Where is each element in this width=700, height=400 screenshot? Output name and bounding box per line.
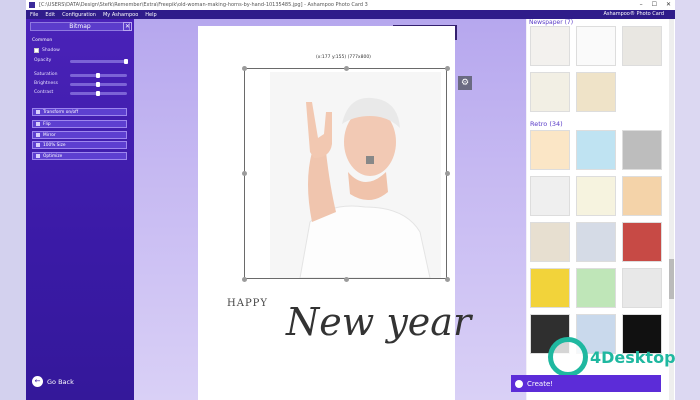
template-thumbnail[interactable] [576,26,616,66]
template-thumbnail[interactable] [576,72,616,112]
panel-title: Bitmap [30,22,130,31]
title-bar: [C:\USERS\DATA\Design\Stefk\Remember\Ext… [26,0,675,10]
selection-coordinates: (x:177 y:155) (777x800) [316,55,371,60]
desktop-background-right [675,0,700,400]
resize-handle-tl[interactable] [242,66,247,71]
saturation-label: Saturation [34,72,58,77]
size-icon [36,143,40,147]
mirror-icon [36,133,40,137]
left-panel: Bitmap ✕ Common Shadow Opacity Saturatio… [26,19,134,400]
slider-knob[interactable] [96,82,100,87]
watermark-logo-icon [548,337,588,377]
template-thumbnail[interactable] [530,222,570,262]
resize-handle-t[interactable] [344,66,349,71]
template-thumbnail[interactable] [530,268,570,308]
template-thumbnail[interactable] [622,268,662,308]
saturation-slider[interactable] [70,73,127,78]
contrast-slider[interactable] [70,91,127,96]
selection-frame[interactable] [244,68,447,279]
shadow-checkbox[interactable] [34,48,39,53]
flip-label: Flip [43,121,51,127]
template-thumbnail[interactable] [622,176,662,216]
newspaper-category[interactable]: Newspaper (7) [529,19,573,26]
menu-configuration[interactable]: Configuration [62,12,96,18]
shadow-label: Shadow [42,48,60,53]
maximize-button[interactable]: ☐ [652,1,657,8]
opacity-label: Opacity [34,58,52,63]
panel-close-button[interactable]: ✕ [123,22,132,31]
brightness-label: Brightness [34,81,58,86]
opacity-slider[interactable] [70,59,128,64]
resize-handle-br[interactable] [445,277,450,282]
mirror-label: Mirror [43,132,56,138]
close-button[interactable]: ✕ [666,1,671,8]
template-thumbnail[interactable] [530,26,570,66]
slider-knob[interactable] [96,91,100,96]
create-icon [515,379,523,388]
slider-knob[interactable] [124,59,128,64]
flip-icon [36,122,40,126]
transform-icon [36,110,40,114]
size-label: 100% Size [43,142,66,148]
contrast-label: Contrast [34,90,54,95]
retro-category[interactable]: Retro (34) [530,120,563,128]
brand-label: Ashampoo® Photo Card [603,11,664,17]
template-thumbnail[interactable] [530,176,570,216]
app-icon [29,2,35,8]
menu-edit[interactable]: Edit [45,12,55,18]
watermark: 4Desktop [548,337,676,377]
menu-my-ashampoo[interactable]: My Ashampoo [103,12,138,18]
template-thumbnail[interactable] [576,130,616,170]
optimize-button[interactable]: Optimize [32,152,127,160]
size-100-button[interactable]: 100% Size [32,141,127,149]
resize-handle-tr[interactable] [445,66,450,71]
scrollbar-thumb[interactable] [669,259,674,299]
resize-handle-b[interactable] [344,277,349,282]
transform-button[interactable]: Transform on/off [32,108,127,116]
resize-handle-bl[interactable] [242,277,247,282]
slider-knob[interactable] [96,73,100,78]
window-title: [C:\USERS\DATA\Design\Stefk\Remember\Ext… [39,2,368,8]
section-common: Common [32,38,53,43]
window-controls: – ☐ ✕ [640,1,671,8]
gear-icon[interactable]: ⚙ [458,76,472,90]
menu-help[interactable]: Help [145,12,156,18]
template-thumbnail[interactable] [622,130,662,170]
optimize-label: Optimize [43,153,63,159]
template-thumbnail[interactable] [622,222,662,262]
template-thumbnail[interactable] [576,222,616,262]
create-label: Create! [527,379,554,388]
template-thumbnail[interactable] [576,176,616,216]
menu-file[interactable]: File [30,12,38,18]
mirror-button[interactable]: Mirror [32,131,127,139]
menu-bar: File Edit Configuration My Ashampoo Help… [26,10,675,19]
template-thumbnail[interactable] [530,72,570,112]
watermark-text: 4Desktop [590,347,676,367]
new-year-text[interactable]: New year [286,300,471,344]
brightness-slider[interactable] [70,82,127,87]
template-thumbnail[interactable] [576,268,616,308]
back-arrow-icon: ← [32,376,43,387]
desktop-background-left [0,0,26,400]
minimize-button[interactable]: – [640,1,643,8]
resize-handle-r[interactable] [445,171,450,176]
happy-text[interactable]: HAPPY [227,298,268,309]
flip-button[interactable]: Flip [32,120,127,128]
transform-label: Transform on/off [43,109,79,115]
template-thumbnail[interactable] [530,130,570,170]
go-back-button[interactable]: ← Go Back [32,376,74,387]
create-button[interactable]: Create! [511,375,661,392]
go-back-label: Go Back [47,377,74,386]
resize-handle-l[interactable] [242,171,247,176]
optimize-icon [36,154,40,158]
template-thumbnail[interactable] [622,26,662,66]
